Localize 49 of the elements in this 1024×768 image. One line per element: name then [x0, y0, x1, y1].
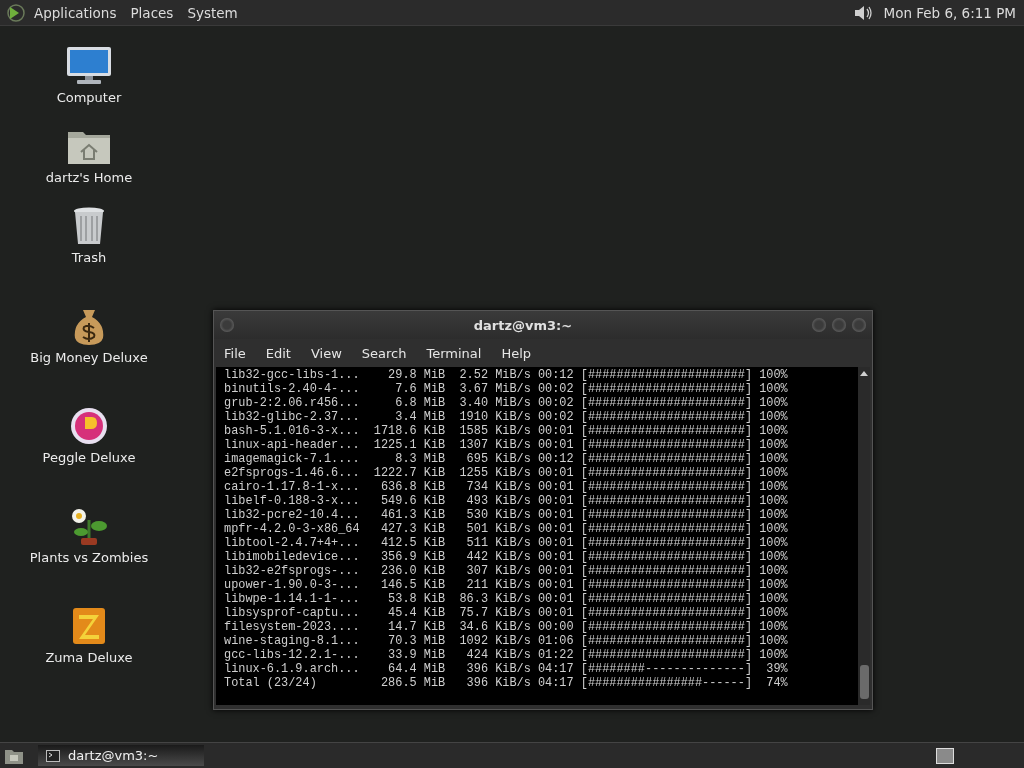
terminal-icon	[46, 749, 60, 762]
terminal-line: gcc-libs-12.2.1-... 33.9 MiB 424 KiB/s 01:22 [######################] 100%	[224, 648, 789, 662]
terminal-line: mpfr-4.2.0-3-x86_64 427.3 KiB 501 KiB/s 00:01 [######################] 100%	[224, 522, 789, 536]
window-title: dartz@vm3:~	[472, 317, 574, 333]
terminal-line: lib32-glibc-2.37... 3.4 MiB 1910 KiB/s 00:02 [######################] 100%	[224, 410, 789, 424]
desktop-icon-label[interactable]: Trash	[71, 250, 107, 265]
menu-item[interactable]: View	[310, 345, 342, 361]
menu-item[interactable]: File	[224, 345, 246, 361]
desktop-icon-label[interactable]: dartz's Home	[45, 170, 133, 185]
scroll-thumb[interactable]	[859, 665, 869, 699]
desktop-icon-label[interactable]: Plants vs Zombies	[29, 550, 149, 565]
terminal-line: wine-staging-8.1... 70.3 MiB 1092 KiB/s 01:06 [######################] 100%	[224, 634, 789, 648]
terminal-line: Total (23/24) 286.5 MiB 396 KiB/s 04:17 [################------] 74%	[224, 676, 789, 690]
terminal-line: linux-api-header... 1225.1 KiB 1307 KiB/s 00:01 [######################] 100%	[224, 438, 789, 452]
terminal-line: lib32-pcre2-10.4... 461.3 KiB 530 KiB/s 00:01 [######################] 100%	[224, 508, 789, 522]
terminal-line: linux-6.1.9.arch... 64.4 MiB 396 KiB/s 04:17 [########--------------] 39%	[224, 662, 789, 676]
desktop-icon-label[interactable]: Zuma Deluxe	[45, 650, 133, 665]
terminal-line: libsysprof-captu... 45.4 KiB 75.7 KiB/s 00:01 [######################] 100%	[224, 606, 789, 620]
terminal-line: libwpe-1.14.1-1-... 53.8 KiB 86.3 KiB/s 00:01 [######################] 100%	[224, 592, 789, 606]
terminal-line: lib32-gcc-libs-1... 29.8 MiB 2.52 MiB/s 00:12 [######################] 100%	[224, 368, 789, 382]
desktop-icon-label[interactable]: Big Money Deluxe	[30, 350, 148, 365]
panel-menu[interactable]: Places	[130, 4, 174, 21]
computer-icon[interactable]	[65, 46, 113, 86]
terminal-line: imagemagick-7.1.... 8.3 MiB 695 KiB/s 00:12 [######################] 100%	[224, 452, 789, 466]
terminal-line: binutils-2.40-4-... 7.6 MiB 3.67 MiB/s 00:02 [######################] 100%	[224, 382, 789, 396]
workspace-switcher[interactable]	[936, 747, 954, 764]
panel-menu[interactable]: System	[187, 4, 238, 21]
clock[interactable]: Mon Feb 6, 6:11 PM	[883, 4, 1016, 21]
menu-item[interactable]: Help	[501, 345, 532, 361]
desktop-icon-label[interactable]: Computer	[56, 90, 122, 105]
terminal-line: grub-2:2.06.r456... 6.8 MiB 3.40 MiB/s 00:02 [######################] 100%	[224, 396, 789, 410]
taskbar-button[interactable]: dartz@vm3:~	[38, 745, 204, 766]
menu-item[interactable]: Terminal	[426, 345, 482, 361]
terminal-line: e2fsprogs-1.46.6... 1222.7 KiB 1255 KiB/s 00:01 [######################] 100%	[224, 466, 789, 480]
terminal-line: libimobiledevice... 356.9 KiB 442 KiB/s 00:01 [######################] 100%	[224, 550, 789, 564]
terminal-line: filesystem-2023.... 14.7 KiB 34.6 KiB/s 00:00 [######################] 100%	[224, 620, 789, 634]
menu-item[interactable]: Search	[361, 345, 407, 361]
logo-icon[interactable]	[6, 2, 26, 23]
panel-menu[interactable]: Applications	[34, 4, 117, 21]
terminal-line: bash-5.1.016-3-x... 1718.6 KiB 1585 KiB/s 00:01 [######################] 100%	[224, 424, 789, 438]
terminal-line: libtool-2.4.7+4+... 412.5 KiB 511 KiB/s 00:01 [######################] 100%	[224, 536, 789, 550]
menu-item[interactable]: Edit	[265, 345, 291, 361]
scroll-up-icon[interactable]	[859, 369, 869, 377]
terminal-line: upower-1.90.0-3-... 146.5 KiB 211 KiB/s 00:01 [######################] 100%	[224, 578, 789, 592]
scrollbar[interactable]	[858, 367, 870, 705]
terminal-line: libelf-0.188-3-x... 549.6 KiB 493 KiB/s 00:01 [######################] 100%	[224, 494, 789, 508]
desktop-icon-label[interactable]: Peggle Deluxe	[42, 450, 136, 465]
terminal-line: cairo-1.17.8-1-x... 636.8 KiB 734 KiB/s 00:01 [######################] 100%	[224, 480, 789, 494]
terminal-line: lib32-e2fsprogs-... 236.0 KiB 307 KiB/s 00:01 [######################] 100%	[224, 564, 789, 578]
